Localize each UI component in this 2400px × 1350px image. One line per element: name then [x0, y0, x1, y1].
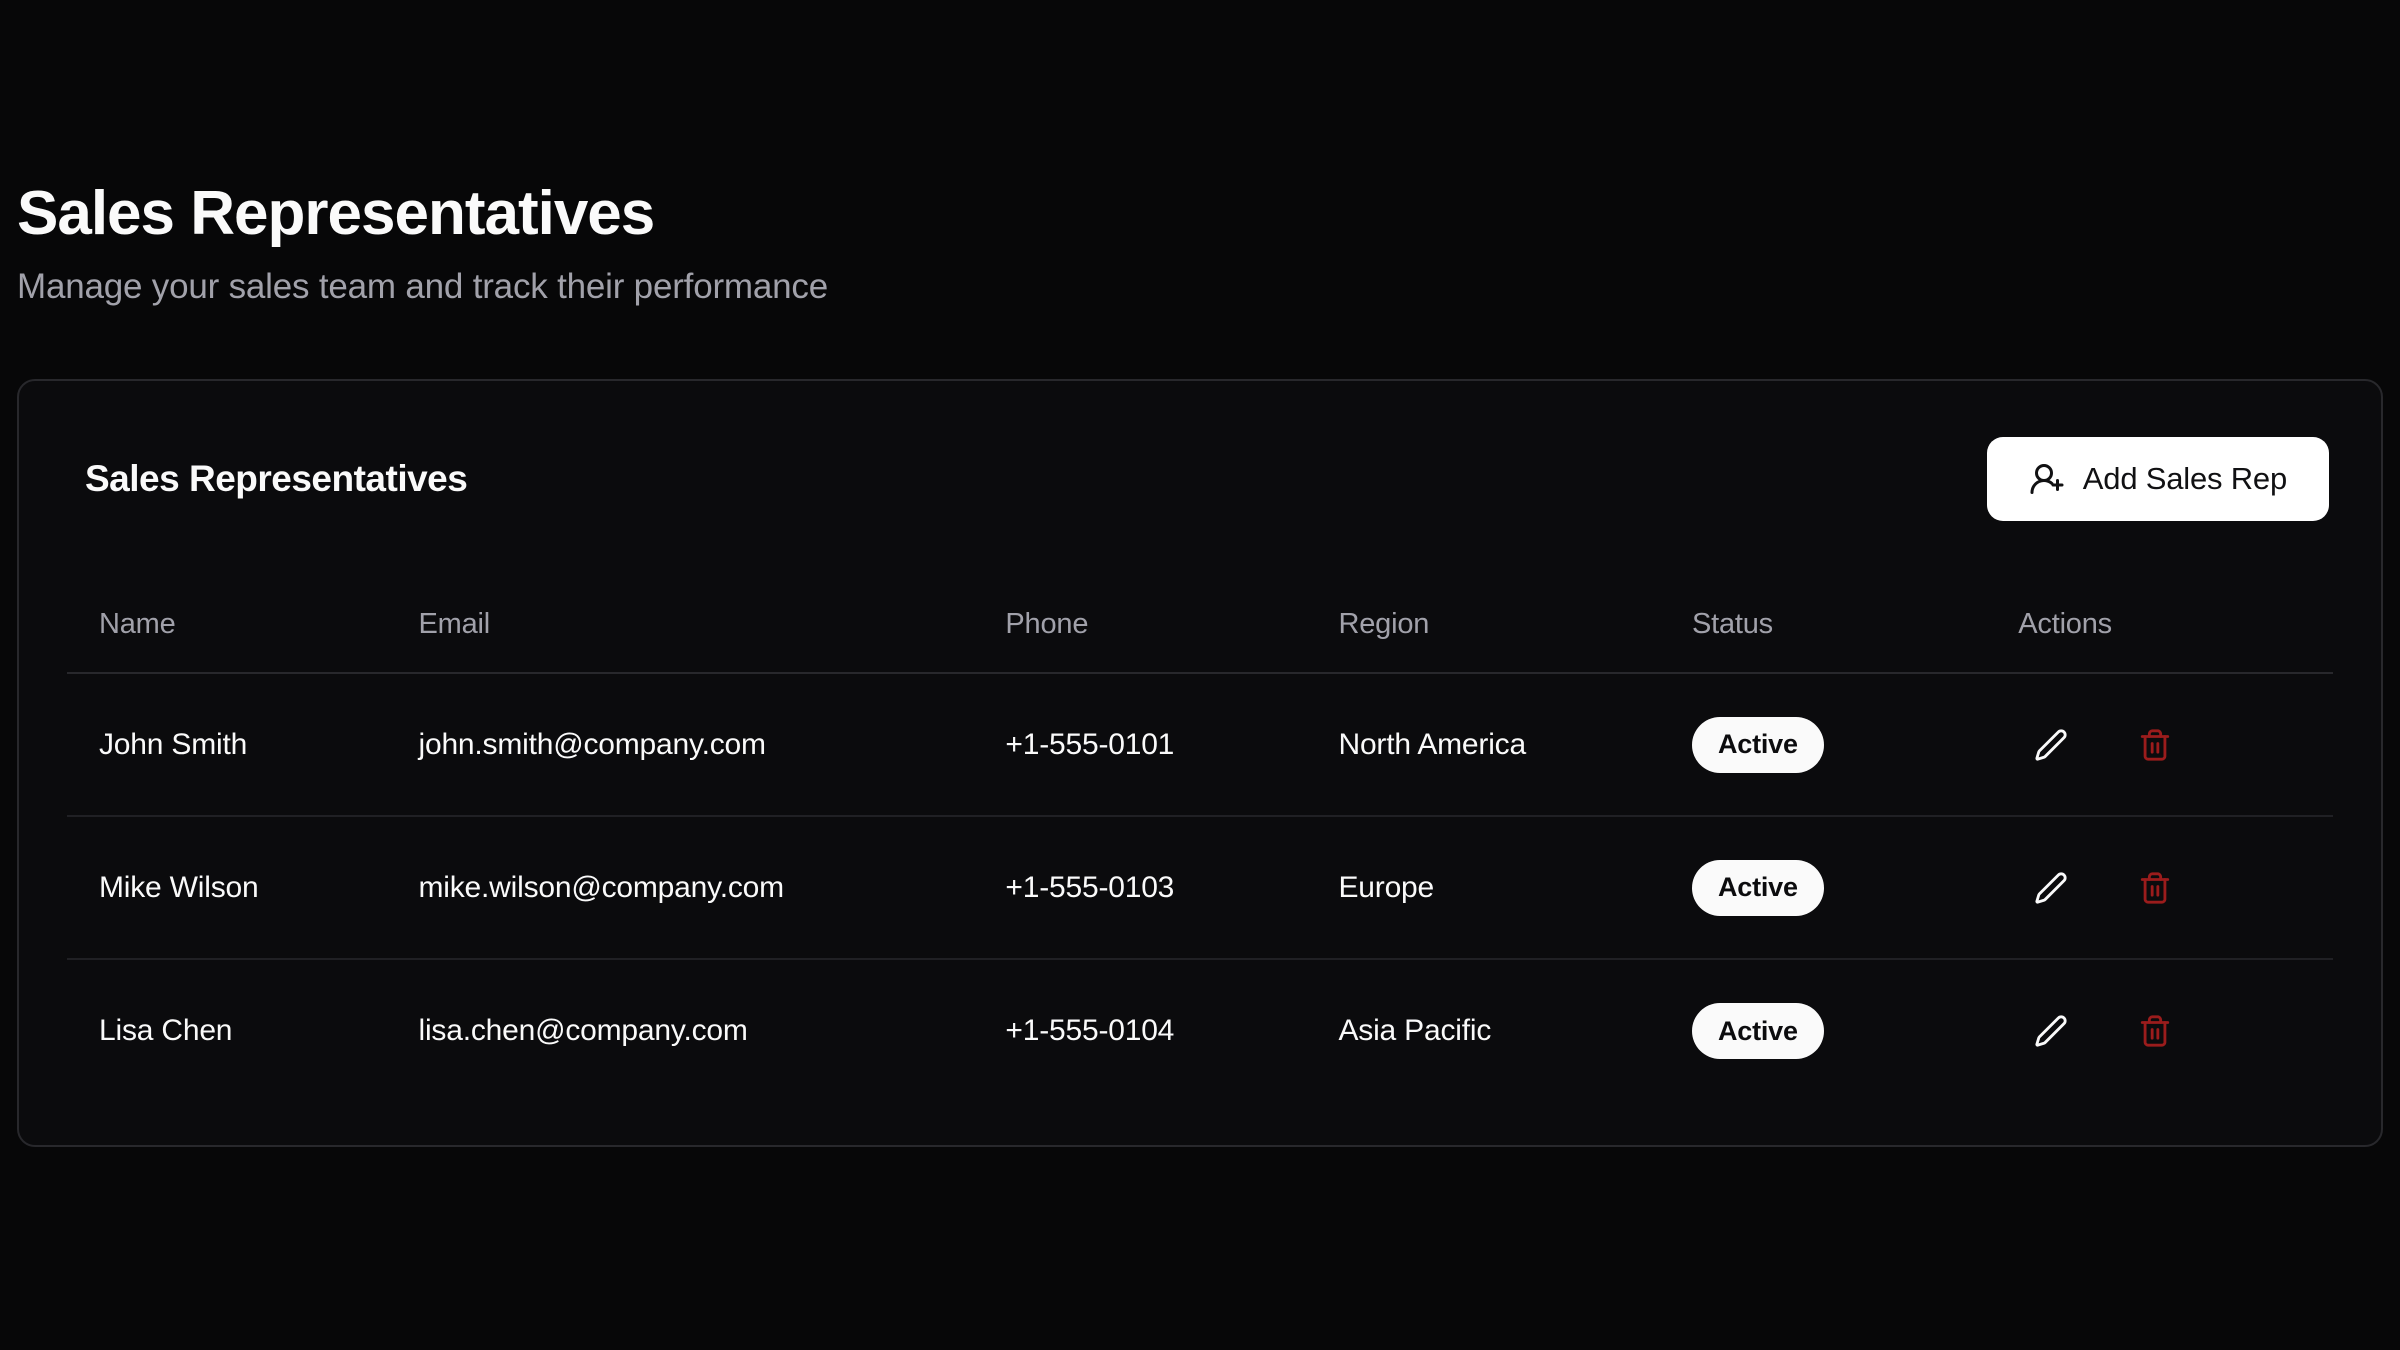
add-sales-rep-button-label: Add Sales Rep: [2083, 461, 2287, 497]
status-cell: Active: [1660, 673, 1986, 816]
region-cell: Asia Pacific: [1306, 959, 1659, 1102]
phone-cell: +1-555-0101: [973, 673, 1306, 816]
trash-icon: [2138, 1014, 2172, 1048]
email-cell: john.smith@company.com: [387, 673, 974, 816]
email-cell: lisa.chen@company.com: [387, 959, 974, 1102]
card-header: Sales Representatives Add Sales Rep: [67, 429, 2333, 521]
email-cell: mike.wilson@company.com: [387, 816, 974, 959]
column-header-actions: Actions: [1986, 577, 2333, 673]
edit-button[interactable]: [2018, 712, 2084, 778]
region-cell: Europe: [1306, 816, 1659, 959]
delete-button[interactable]: [2122, 855, 2188, 921]
table-row: Lisa Chen lisa.chen@company.com +1-555-0…: [67, 959, 2333, 1102]
actions-cell: [1986, 959, 2333, 1102]
edit-button[interactable]: [2018, 855, 2084, 921]
table-header-row: Name Email Phone Region Status Actions: [67, 577, 2333, 673]
name-cell: John Smith: [67, 673, 387, 816]
edit-button[interactable]: [2018, 998, 2084, 1064]
card-title: Sales Representatives: [85, 458, 467, 500]
name-cell: Mike Wilson: [67, 816, 387, 959]
page-subtitle: Manage your sales team and track their p…: [17, 267, 2383, 307]
pencil-icon: [2034, 1014, 2068, 1048]
add-sales-rep-button[interactable]: Add Sales Rep: [1987, 437, 2329, 521]
sales-reps-table: Name Email Phone Region Status Actions J…: [67, 577, 2333, 1102]
region-cell: North America: [1306, 673, 1659, 816]
table-row: John Smith john.smith@company.com +1-555…: [67, 673, 2333, 816]
user-plus-icon: [2029, 461, 2065, 497]
page-title: Sales Representatives: [17, 178, 2383, 249]
table-row: Mike Wilson mike.wilson@company.com +1-5…: [67, 816, 2333, 959]
column-header-name: Name: [67, 577, 387, 673]
column-header-phone: Phone: [973, 577, 1306, 673]
delete-button[interactable]: [2122, 998, 2188, 1064]
column-header-email: Email: [387, 577, 974, 673]
actions-cell: [1986, 673, 2333, 816]
actions-cell: [1986, 816, 2333, 959]
pencil-icon: [2034, 728, 2068, 762]
trash-icon: [2138, 871, 2172, 905]
name-cell: Lisa Chen: [67, 959, 387, 1102]
status-cell: Active: [1660, 959, 1986, 1102]
status-badge: Active: [1692, 1003, 1824, 1059]
column-header-status: Status: [1660, 577, 1986, 673]
column-header-region: Region: [1306, 577, 1659, 673]
sales-representatives-card: Sales Representatives Add Sales Rep: [17, 379, 2383, 1147]
delete-button[interactable]: [2122, 712, 2188, 778]
status-cell: Active: [1660, 816, 1986, 959]
status-badge: Active: [1692, 717, 1824, 773]
phone-cell: +1-555-0103: [973, 816, 1306, 959]
trash-icon: [2138, 728, 2172, 762]
status-badge: Active: [1692, 860, 1824, 916]
page: Sales Representatives Manage your sales …: [0, 0, 2400, 1350]
phone-cell: +1-555-0104: [973, 959, 1306, 1102]
pencil-icon: [2034, 871, 2068, 905]
